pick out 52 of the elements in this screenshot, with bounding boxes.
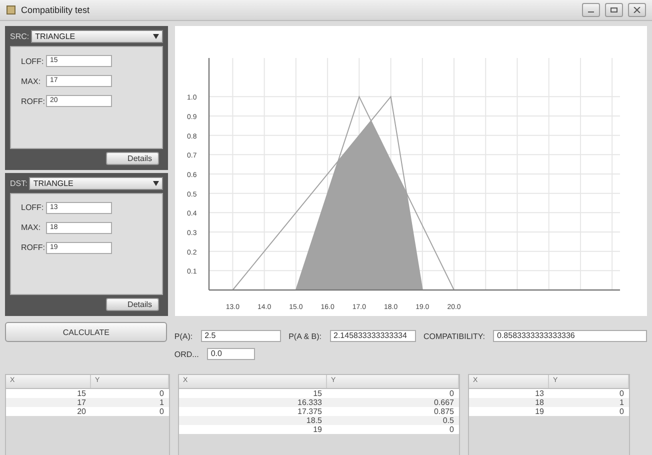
function-dropdown[interactable]: TRIANGLE <box>31 30 163 43</box>
panel-label: SRC: <box>10 32 30 41</box>
result-field[interactable]: 2.5 <box>200 330 281 342</box>
minimize-button[interactable] <box>582 3 600 17</box>
close-button[interactable] <box>628 3 646 17</box>
table-cell-text: 15 <box>312 389 323 398</box>
table-cell-text: 1 <box>618 398 625 407</box>
table-cell-text: 15 <box>76 389 87 398</box>
maximize-button[interactable] <box>605 3 623 17</box>
table-cell-text: 0.5 <box>442 416 455 425</box>
table-cell-text: 20 <box>76 407 87 416</box>
table-cell-text: 0 <box>448 425 455 434</box>
function-dropdown[interactable]: TRIANGLE <box>29 176 163 190</box>
field-label: ROFF: <box>21 243 46 252</box>
field-label: LOFF: <box>21 56 45 66</box>
result-label: ORD... <box>174 350 199 358</box>
result-label: P(A): <box>174 332 193 340</box>
maximize-icon <box>610 7 618 13</box>
result-field[interactable]: 0.0 <box>206 348 255 360</box>
result-field[interactable]: 2.145833333333334 <box>330 330 416 342</box>
window-title: Compatibility test <box>21 5 91 15</box>
table-cell-text: 0 <box>158 389 165 398</box>
result-label: P(A & B): <box>288 332 322 340</box>
field-label: MAX: <box>21 223 42 232</box>
result-label: COMPATIBILITY: <box>424 332 485 340</box>
table-cell-text: 16.333 <box>296 398 323 407</box>
table-cell-text: 17 <box>76 398 87 407</box>
table-cell-text: 13 <box>534 389 545 398</box>
table-cell-text: 1 <box>158 398 165 407</box>
table-cell-text: 0 <box>618 407 625 416</box>
table-cell-text: 18.5 <box>305 416 323 425</box>
dropdown-arrow-icon <box>153 34 159 39</box>
field-label: LOFF: <box>21 203 45 212</box>
panel-label: DST: <box>10 178 28 188</box>
table-cell-text: 0 <box>618 389 625 398</box>
table-cell-text: 19 <box>534 407 545 416</box>
dropdown-arrow-icon <box>153 180 159 186</box>
table-cell-text: 19 <box>312 425 323 434</box>
calculate-button[interactable]: CALCULATE <box>5 322 168 342</box>
field-label: ROFF: <box>21 96 46 106</box>
table-cell-text: 17.375 <box>296 407 323 416</box>
details-button[interactable]: Details <box>106 152 159 164</box>
table-cell-text: 0.875 <box>432 407 455 416</box>
table-cell-text: 0.667 <box>432 398 455 407</box>
table-cell-text: 18 <box>534 398 545 407</box>
field-label: MAX: <box>21 76 42 86</box>
close-icon <box>633 7 641 13</box>
table-cell-text: 0 <box>448 389 455 398</box>
details-button[interactable]: Details <box>106 298 159 311</box>
result-field[interactable]: 0.8583333333333336 <box>493 330 647 342</box>
table-cell-text: 0 <box>158 407 165 416</box>
app-icon <box>6 5 16 15</box>
